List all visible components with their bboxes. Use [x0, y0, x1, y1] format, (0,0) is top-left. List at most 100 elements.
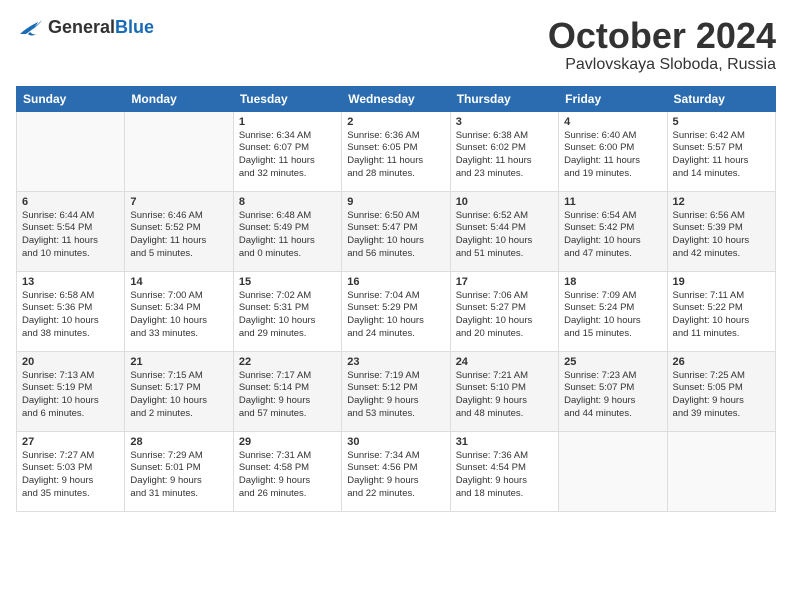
day-number: 8 [239, 196, 336, 208]
day-number: 24 [456, 356, 553, 368]
calendar-cell: 28Sunrise: 7:29 AMSunset: 5:01 PMDayligh… [125, 431, 233, 511]
calendar-cell: 31 Sunrise: 7:36 AMSunset: 4:54 PMDayligh… [450, 431, 558, 511]
day-number: 22 [239, 356, 336, 368]
day-info: Sunrise: 7:25 AMSunset: 5:05 PMDaylight:… [673, 370, 770, 421]
day-number: 4 [564, 116, 661, 128]
day-info: Sunrise: 7:00 AMSunset: 5:34 PMDaylight:… [130, 290, 227, 341]
col-thursday: Thursday [450, 86, 558, 111]
day-number: 14 [130, 276, 227, 288]
calendar-cell: 26 Sunrise: 7:25 AMSunset: 5:05 PMDayligh… [667, 351, 775, 431]
day-number: 13 [22, 276, 119, 288]
day-info: Sunrise: 7:17 AMSunset: 5:14 PMDaylight:… [239, 370, 336, 421]
calendar-week-3: 13Sunrise: 6:58 AMSunset: 5:36 PMDayligh… [17, 271, 776, 351]
day-info: Sunrise: 6:42 AMSunset: 5:57 PMDaylight:… [673, 130, 770, 181]
page-header: GeneralBlue October 2024 Pavlovskaya Slo… [16, 16, 776, 74]
day-number: 26 [673, 356, 770, 368]
calendar-cell: 7 Sunrise: 6:46 AMSunset: 5:52 PMDaylight… [125, 191, 233, 271]
calendar-cell: 12 Sunrise: 6:56 AMSunset: 5:39 PMDayligh… [667, 191, 775, 271]
calendar-cell: 4 Sunrise: 6:40 AMSunset: 6:00 PMDaylight… [559, 111, 667, 191]
day-info: Sunrise: 7:29 AMSunset: 5:01 PMDaylight:… [130, 450, 227, 501]
header-row: Sunday Monday Tuesday Wednesday Thursday… [17, 86, 776, 111]
calendar-cell: 27 Sunrise: 7:27 AMSunset: 5:03 PMDayligh… [17, 431, 125, 511]
day-info: Sunrise: 7:36 AMSunset: 4:54 PMDaylight:… [456, 450, 553, 501]
day-info: Sunrise: 7:04 AMSunset: 5:29 PMDaylight:… [347, 290, 444, 341]
calendar-cell: 15 Sunrise: 7:02 AMSunset: 5:31 PMDayligh… [233, 271, 341, 351]
calendar-cell [667, 431, 775, 511]
calendar-cell: 19 Sunrise: 7:11 AMSunset: 5:22 PMDayligh… [667, 271, 775, 351]
day-number: 17 [456, 276, 553, 288]
day-info: Sunrise: 7:02 AMSunset: 5:31 PMDaylight:… [239, 290, 336, 341]
col-friday: Friday [559, 86, 667, 111]
day-info: Sunrise: 6:40 AMSunset: 6:00 PMDaylight:… [564, 130, 661, 181]
calendar-week-1: 1Sunrise: 6:34 AMSunset: 6:07 PMDaylight… [17, 111, 776, 191]
title-area: October 2024 Pavlovskaya Sloboda, Russia [548, 16, 776, 74]
calendar-cell [559, 431, 667, 511]
day-info: Sunrise: 7:19 AMSunset: 5:12 PMDaylight:… [347, 370, 444, 421]
day-info: Sunrise: 6:36 AMSunset: 6:05 PMDaylight:… [347, 130, 444, 181]
calendar-cell: 8 Sunrise: 6:48 AMSunset: 5:49 PMDaylight… [233, 191, 341, 271]
logo-text: GeneralBlue [48, 17, 154, 38]
day-number: 11 [564, 196, 661, 208]
calendar-cell: 3 Sunrise: 6:38 AMSunset: 6:02 PMDaylight… [450, 111, 558, 191]
day-info: Sunrise: 6:48 AMSunset: 5:49 PMDaylight:… [239, 210, 336, 261]
day-info: Sunrise: 7:11 AMSunset: 5:22 PMDaylight:… [673, 290, 770, 341]
calendar-cell: 14 Sunrise: 7:00 AMSunset: 5:34 PMDayligh… [125, 271, 233, 351]
col-tuesday: Tuesday [233, 86, 341, 111]
day-info: Sunrise: 7:31 AMSunset: 4:58 PMDaylight:… [239, 450, 336, 501]
calendar-cell: 10 Sunrise: 6:52 AMSunset: 5:44 PMDayligh… [450, 191, 558, 271]
calendar-cell: 6Sunrise: 6:44 AMSunset: 5:54 PMDaylight… [17, 191, 125, 271]
day-number: 25 [564, 356, 661, 368]
day-info: Sunrise: 7:13 AMSunset: 5:19 PMDaylight:… [22, 370, 119, 421]
day-number: 31 [456, 436, 553, 448]
day-info: Sunrise: 7:23 AMSunset: 5:07 PMDaylight:… [564, 370, 661, 421]
day-number: 6 [22, 196, 119, 208]
day-info: Sunrise: 7:21 AMSunset: 5:10 PMDaylight:… [456, 370, 553, 421]
day-number: 21 [130, 356, 227, 368]
day-info: Sunrise: 7:06 AMSunset: 5:27 PMDaylight:… [456, 290, 553, 341]
day-number: 3 [456, 116, 553, 128]
calendar-cell: 17 Sunrise: 7:06 AMSunset: 5:27 PMDayligh… [450, 271, 558, 351]
day-info: Sunrise: 7:27 AMSunset: 5:03 PMDaylight:… [22, 450, 119, 501]
day-info: Sunrise: 6:46 AMSunset: 5:52 PMDaylight:… [130, 210, 227, 261]
calendar-cell: 30Sunrise: 7:34 AMSunset: 4:56 PMDayligh… [342, 431, 450, 511]
day-number: 15 [239, 276, 336, 288]
day-info: Sunrise: 6:52 AMSunset: 5:44 PMDaylight:… [456, 210, 553, 261]
calendar-cell [125, 111, 233, 191]
day-number: 20 [22, 356, 119, 368]
calendar-cell: 1Sunrise: 6:34 AMSunset: 6:07 PMDaylight… [233, 111, 341, 191]
day-number: 27 [22, 436, 119, 448]
logo-icon [16, 16, 44, 38]
col-saturday: Saturday [667, 86, 775, 111]
calendar-cell [17, 111, 125, 191]
calendar-cell: 22 Sunrise: 7:17 AMSunset: 5:14 PMDayligh… [233, 351, 341, 431]
calendar-table: Sunday Monday Tuesday Wednesday Thursday… [16, 86, 776, 512]
calendar-cell: 24 Sunrise: 7:21 AMSunset: 5:10 PMDayligh… [450, 351, 558, 431]
calendar-cell: 9Sunrise: 6:50 AMSunset: 5:47 PMDaylight… [342, 191, 450, 271]
calendar-cell: 20 Sunrise: 7:13 AMSunset: 5:19 PMDayligh… [17, 351, 125, 431]
day-number: 1 [239, 116, 336, 128]
day-info: Sunrise: 6:38 AMSunset: 6:02 PMDaylight:… [456, 130, 553, 181]
day-number: 18 [564, 276, 661, 288]
calendar-cell: 16Sunrise: 7:04 AMSunset: 5:29 PMDayligh… [342, 271, 450, 351]
day-number: 12 [673, 196, 770, 208]
day-number: 7 [130, 196, 227, 208]
calendar-cell: 2Sunrise: 6:36 AMSunset: 6:05 PMDaylight… [342, 111, 450, 191]
day-number: 19 [673, 276, 770, 288]
calendar-cell: 25 Sunrise: 7:23 AMSunset: 5:07 PMDayligh… [559, 351, 667, 431]
day-number: 5 [673, 116, 770, 128]
day-number: 23 [347, 356, 444, 368]
logo: GeneralBlue [16, 16, 154, 38]
calendar-cell: 18Sunrise: 7:09 AMSunset: 5:24 PMDayligh… [559, 271, 667, 351]
col-wednesday: Wednesday [342, 86, 450, 111]
calendar-cell: 23 Sunrise: 7:19 AMSunset: 5:12 PMDayligh… [342, 351, 450, 431]
calendar-week-4: 20 Sunrise: 7:13 AMSunset: 5:19 PMDayligh… [17, 351, 776, 431]
calendar-week-2: 6Sunrise: 6:44 AMSunset: 5:54 PMDaylight… [17, 191, 776, 271]
day-info: Sunrise: 6:54 AMSunset: 5:42 PMDaylight:… [564, 210, 661, 261]
col-monday: Monday [125, 86, 233, 111]
calendar-cell: 13Sunrise: 6:58 AMSunset: 5:36 PMDayligh… [17, 271, 125, 351]
day-number: 10 [456, 196, 553, 208]
month-title: October 2024 [548, 16, 776, 56]
day-info: Sunrise: 6:56 AMSunset: 5:39 PMDaylight:… [673, 210, 770, 261]
location-title: Pavlovskaya Sloboda, Russia [548, 56, 776, 74]
day-info: Sunrise: 7:15 AMSunset: 5:17 PMDaylight:… [130, 370, 227, 421]
